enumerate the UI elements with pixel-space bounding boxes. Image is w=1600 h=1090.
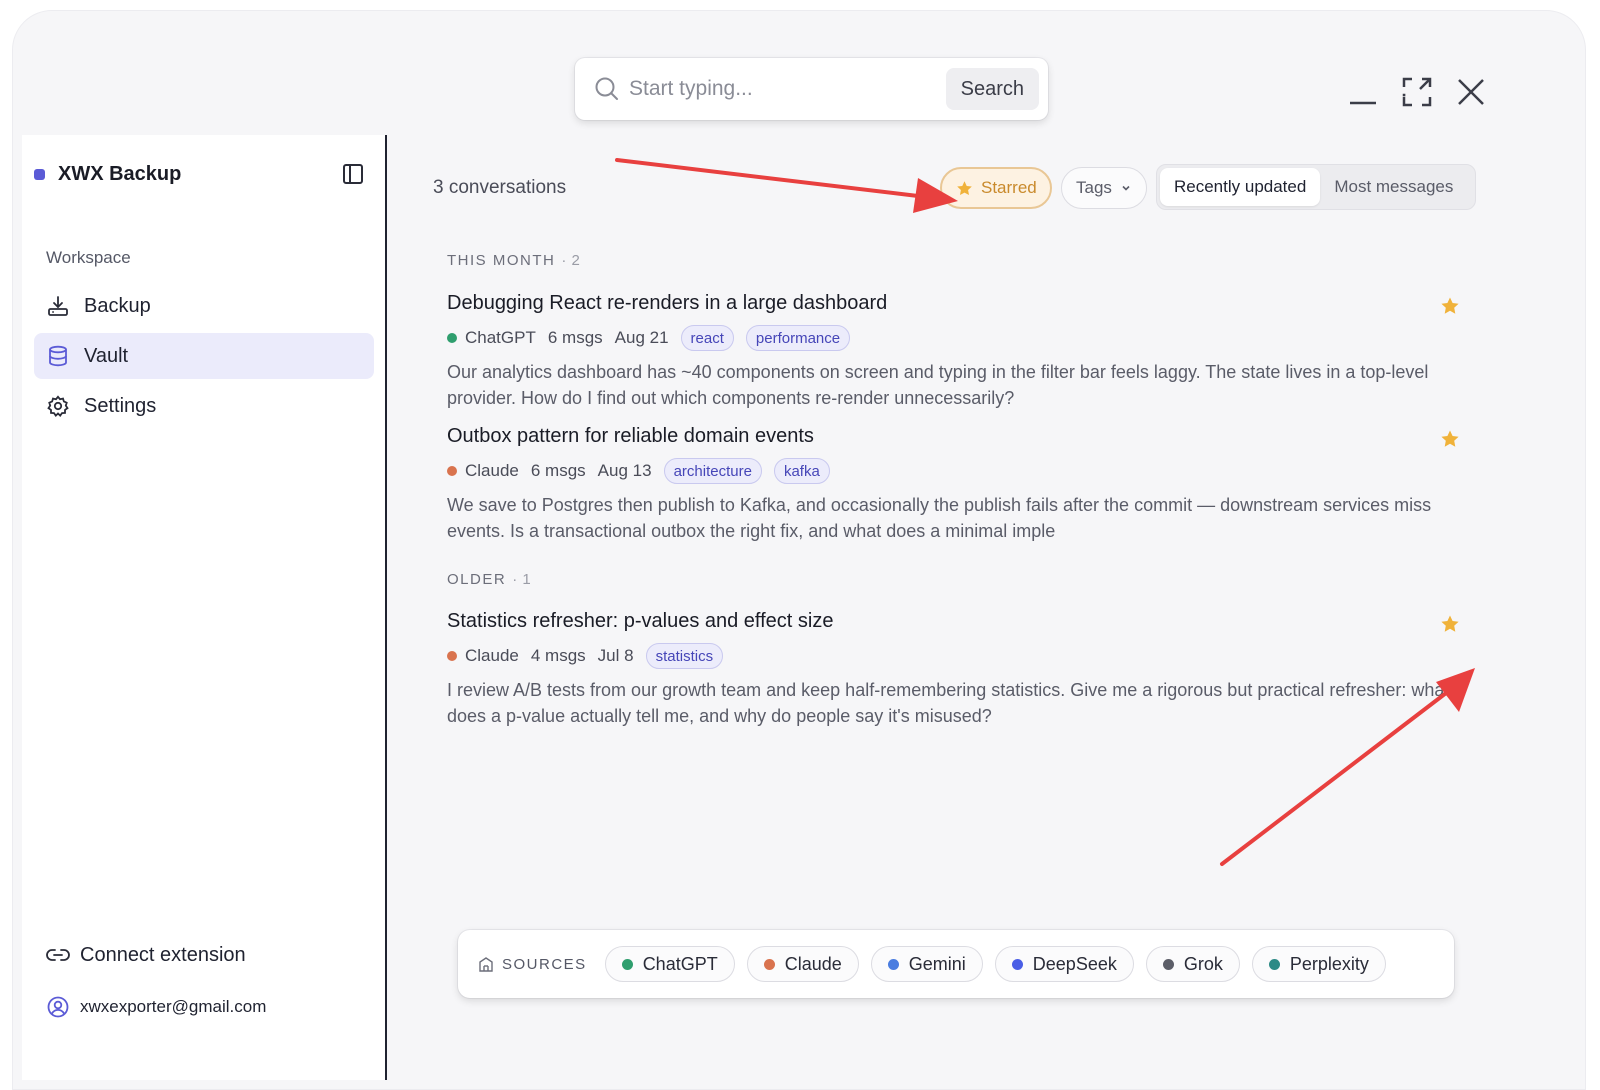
tags-filter-label: Tags xyxy=(1076,178,1112,197)
section-count: · 2 xyxy=(561,252,581,269)
chevron-down-icon xyxy=(1120,182,1132,194)
sidebar-toggle-icon[interactable] xyxy=(342,163,368,189)
minimize-icon[interactable] xyxy=(1343,72,1383,112)
fullscreen-icon[interactable] xyxy=(1397,72,1437,112)
conversation-title: Statistics refresher: p-values and effec… xyxy=(447,610,834,632)
gear-icon xyxy=(46,394,70,418)
source-dot-icon xyxy=(1162,958,1174,970)
star-icon xyxy=(956,180,973,197)
source-chip-label: Perplexity xyxy=(1289,953,1369,974)
search-input[interactable] xyxy=(629,77,946,101)
account-email[interactable]: xwxexporter@gmail.com xyxy=(46,995,266,1019)
source-dot-icon xyxy=(447,651,457,661)
source-chip-label: Gemini xyxy=(908,953,966,974)
conversation-meta: Claude 4 msgs Jul 8 statistics xyxy=(447,643,1462,669)
connect-extension-label: Connect extension xyxy=(80,943,246,966)
source-dot-icon xyxy=(621,958,633,970)
source-chip-label: Claude xyxy=(784,953,842,974)
sources-label-text: SOURCES xyxy=(502,955,587,973)
sidebar-item-vault[interactable]: Vault xyxy=(34,333,374,379)
download-tray-icon xyxy=(46,294,70,318)
sidebar: XWX Backup Workspace Backup Vault Settin… xyxy=(22,135,387,1080)
source-chip-perplexity[interactable]: Perplexity xyxy=(1251,946,1386,982)
conversation-item[interactable]: Debugging React re-renders in a large da… xyxy=(447,292,1462,411)
source-chip-chatgpt[interactable]: ChatGPT xyxy=(604,946,735,982)
conversation-date: Aug 13 xyxy=(597,461,652,480)
source-chip-label: ChatGPT xyxy=(642,953,718,974)
brand-logo-icon xyxy=(34,169,45,180)
conversation-source: ChatGPT xyxy=(465,328,536,347)
sources-label: SOURCES xyxy=(478,956,587,973)
tag-chip[interactable]: architecture xyxy=(663,458,762,484)
user-avatar-icon xyxy=(46,995,70,1019)
tags-filter-dropdown[interactable]: Tags xyxy=(1061,167,1147,209)
conversation-item[interactable]: Statistics refresher: p-values and effec… xyxy=(447,610,1462,729)
conversation-msg-count: 4 msgs xyxy=(530,646,586,665)
conversation-title: Outbox pattern for reliable domain event… xyxy=(447,425,814,447)
tag-chip[interactable]: kafka xyxy=(773,458,830,484)
sidebar-item-label: Vault xyxy=(84,344,129,367)
source-dot-icon xyxy=(447,333,457,343)
star-icon[interactable] xyxy=(1440,614,1460,634)
source-chip-deepseek[interactable]: DeepSeek xyxy=(994,946,1134,982)
starred-filter-button[interactable]: Starred xyxy=(940,167,1052,209)
conversation-date: Jul 8 xyxy=(597,646,634,665)
star-icon[interactable] xyxy=(1440,296,1460,316)
search-icon xyxy=(593,75,621,103)
source-chip-grok[interactable]: Grok xyxy=(1145,946,1240,982)
conversation-title: Debugging React re-renders in a large da… xyxy=(447,292,888,314)
source-dot-icon xyxy=(1011,958,1023,970)
sort-recently-updated[interactable]: Recently updated xyxy=(1160,168,1321,206)
conversation-msg-count: 6 msgs xyxy=(547,328,603,347)
section-title: OLDER xyxy=(447,571,507,588)
search-button[interactable]: Search xyxy=(945,68,1039,110)
section-count: · 1 xyxy=(512,571,532,588)
source-dot-icon xyxy=(887,958,899,970)
section-title: THIS MONTH xyxy=(447,252,556,269)
conversation-item[interactable]: Outbox pattern for reliable domain event… xyxy=(447,425,1462,544)
search-bar: Search xyxy=(575,58,1048,120)
source-dot-icon xyxy=(447,466,457,476)
conversation-date: Aug 21 xyxy=(614,328,669,347)
source-dot-icon xyxy=(763,958,775,970)
section-header: THIS MONTH · 2 xyxy=(447,252,580,269)
conversation-meta: ChatGPT 6 msgs Aug 21 react performance xyxy=(447,325,1462,351)
starred-filter-label: Starred xyxy=(981,178,1037,197)
sidebar-item-settings[interactable]: Settings xyxy=(34,383,374,429)
sort-most-messages[interactable]: Most messages xyxy=(1320,168,1467,206)
sidebar-item-backup[interactable]: Backup xyxy=(34,283,374,329)
brand: XWX Backup xyxy=(34,163,181,186)
brand-name: XWX Backup xyxy=(58,163,182,185)
tag-chip[interactable]: react xyxy=(680,325,734,351)
star-icon[interactable] xyxy=(1440,429,1460,449)
conversation-source: Claude xyxy=(465,646,519,665)
workspace-label: Workspace xyxy=(46,248,131,267)
conversation-snippet: We save to Postgres then publish to Kafk… xyxy=(447,495,1432,541)
conversation-snippet: I review A/B tests from our growth team … xyxy=(447,680,1450,726)
section-header: OLDER · 1 xyxy=(447,571,531,588)
building-icon xyxy=(478,956,494,972)
source-chip-claude[interactable]: Claude xyxy=(746,946,859,982)
sidebar-item-label: Settings xyxy=(84,394,157,417)
conversation-source: Claude xyxy=(465,461,519,480)
conversation-meta: Claude 6 msgs Aug 13 architecture kafka xyxy=(447,458,1462,484)
close-icon[interactable] xyxy=(1451,72,1491,112)
conversation-snippet: Our analytics dashboard has ~40 componen… xyxy=(447,362,1429,408)
link-icon xyxy=(46,943,70,967)
conversation-count: 3 conversations xyxy=(433,177,567,198)
connect-extension-link[interactable]: Connect extension xyxy=(46,943,246,967)
account-email-label: xwxexporter@gmail.com xyxy=(80,997,267,1016)
source-chip-label: DeepSeek xyxy=(1032,953,1117,974)
source-dot-icon xyxy=(1268,958,1280,970)
tag-chip[interactable]: statistics xyxy=(645,643,724,669)
conversation-msg-count: 6 msgs xyxy=(530,461,586,480)
sort-segmented-control: Recently updated Most messages xyxy=(1156,164,1476,210)
tag-chip[interactable]: performance xyxy=(745,325,851,351)
source-chip-label: Grok xyxy=(1183,953,1223,974)
sources-bar: SOURCES ChatGPT Claude Gemini DeepSeek G… xyxy=(458,930,1454,998)
database-icon xyxy=(46,344,70,368)
sidebar-item-label: Backup xyxy=(84,294,151,317)
source-chip-gemini[interactable]: Gemini xyxy=(870,946,983,982)
